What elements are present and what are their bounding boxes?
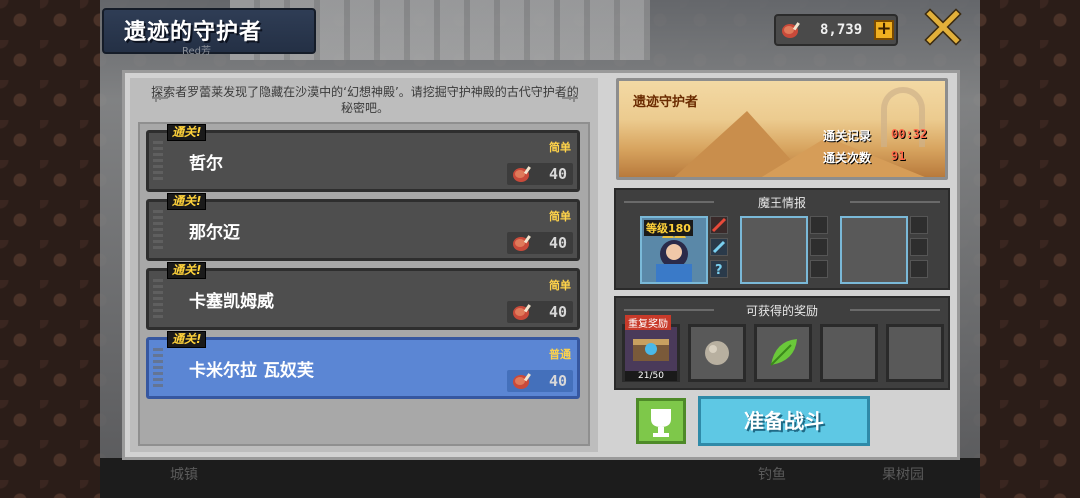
ornament-right-icon	[562, 94, 578, 102]
banner-title: 遗迹守护者	[633, 95, 699, 110]
stage-description: 探索者罗蕾莱发现了隐藏在沙漠中的‘幻想神殿’。请挖掘守护神殿的古代守护者的秘密吧…	[151, 85, 579, 115]
reward-slot-stone[interactable]	[688, 324, 746, 382]
clear-badge: 通关!	[167, 124, 207, 141]
staff-icon	[712, 240, 726, 254]
leaf-icon	[770, 339, 797, 366]
stage-decoration	[153, 210, 163, 250]
stage-name: 卡塞凯姆威	[189, 292, 274, 312]
unknown-icon: ?	[715, 263, 723, 278]
add-currency-button[interactable]: +	[874, 20, 894, 40]
meat-icon	[782, 22, 800, 38]
stage-name: 那尔迈	[189, 223, 240, 243]
clear-count-value: 91	[891, 149, 906, 163]
skill-slot-empty	[810, 216, 828, 234]
stage-cost: 40	[507, 301, 573, 323]
sword-icon	[711, 217, 727, 233]
treasure-chest-icon	[633, 339, 669, 361]
boss-portrait[interactable]: 等级180	[640, 216, 708, 284]
stage-item-1[interactable]: 通关! 哲尔 简单 40	[146, 124, 580, 192]
skill-slot-1[interactable]	[710, 216, 728, 234]
stage-name: 卡米尔拉 瓦奴芙	[189, 361, 314, 381]
bottom-bar	[100, 458, 980, 498]
clear-badge: 通关!	[167, 262, 207, 279]
trophy-icon	[651, 409, 671, 437]
stage-cost-value: 40	[548, 234, 567, 252]
boss-info-section: 魔王情报 等级180 ?	[614, 188, 950, 290]
close-icon[interactable]	[924, 8, 962, 46]
stage-item-2[interactable]: 通关! 那尔迈 简单 40	[146, 193, 580, 261]
meat-icon	[513, 373, 531, 389]
svg-text:?: ?	[715, 263, 723, 277]
currency-value: 8,739	[820, 22, 863, 38]
boss-level: 等级180	[644, 220, 693, 236]
stage-cost: 40	[507, 163, 573, 185]
stage-difficulty: 简单	[549, 141, 571, 154]
repeat-reward-label: 重复奖励	[625, 315, 671, 330]
reward-slot-empty	[820, 324, 878, 382]
stage-decoration	[153, 348, 163, 388]
page-subtitle: Red芳	[182, 46, 211, 57]
meat-icon	[513, 304, 531, 320]
stage-name: 哲尔	[189, 154, 223, 174]
currency-display: 8,739 +	[774, 14, 898, 46]
prepare-battle-button[interactable]: 准备战斗	[698, 396, 870, 446]
repeat-reward-slot[interactable]: 重复奖励 21/50	[622, 315, 680, 382]
bottom-label-fishing: 钓鱼	[758, 467, 786, 483]
stone-icon	[705, 341, 729, 365]
bottom-label-orchard: 果树园	[882, 467, 924, 483]
skill-slot-empty	[910, 238, 928, 256]
record-label: 通关记录	[823, 129, 872, 143]
skill-slot-3[interactable]: ?	[710, 260, 728, 278]
boss-slot-empty-2[interactable]	[740, 216, 808, 284]
stage-item-3[interactable]: 通关! 卡塞凯姆威 简单 40	[146, 262, 580, 330]
skill-slot-empty	[810, 238, 828, 256]
trophy-button[interactable]	[636, 398, 686, 444]
skill-slot-empty	[910, 260, 928, 278]
stage-cost: 40	[507, 370, 573, 392]
record-value: 00:32	[891, 127, 928, 141]
skill-slot-empty	[810, 260, 828, 278]
stage-item-4[interactable]: 通关! 卡米尔拉 瓦奴芙 普通 40	[146, 331, 580, 399]
stage-difficulty: 简单	[549, 210, 571, 223]
reward-slot-empty	[886, 324, 944, 382]
rewards-section: 可获得的奖励 重复奖励 21/50	[614, 296, 950, 390]
dungeon-banner: 遗迹守护者 通关记录 00:32 通关次数 91	[616, 78, 948, 180]
clear-count-label: 通关次数	[823, 151, 872, 165]
stage-cost-value: 40	[548, 303, 567, 321]
repeat-reward-progress: 21/50	[625, 371, 677, 381]
divider	[850, 309, 940, 311]
clear-badge: 通关!	[167, 193, 207, 210]
divider	[850, 201, 940, 203]
stage-difficulty: 普通	[549, 348, 571, 361]
reward-slot-leaf[interactable]	[754, 324, 812, 382]
bottom-label-town: 城镇	[170, 467, 198, 483]
stage-decoration	[153, 279, 163, 319]
boss-slot-empty-3[interactable]	[840, 216, 908, 284]
stage-cost-value: 40	[548, 165, 567, 183]
stage-cost: 40	[507, 232, 573, 254]
meat-icon	[513, 166, 531, 182]
meat-icon	[513, 235, 531, 251]
stage-decoration	[153, 141, 163, 181]
skill-slot-empty	[910, 216, 928, 234]
skill-slot-2[interactable]	[710, 238, 728, 256]
stage-cost-value: 40	[548, 372, 567, 390]
stage-difficulty: 简单	[549, 279, 571, 292]
clear-badge: 通关!	[167, 331, 207, 348]
